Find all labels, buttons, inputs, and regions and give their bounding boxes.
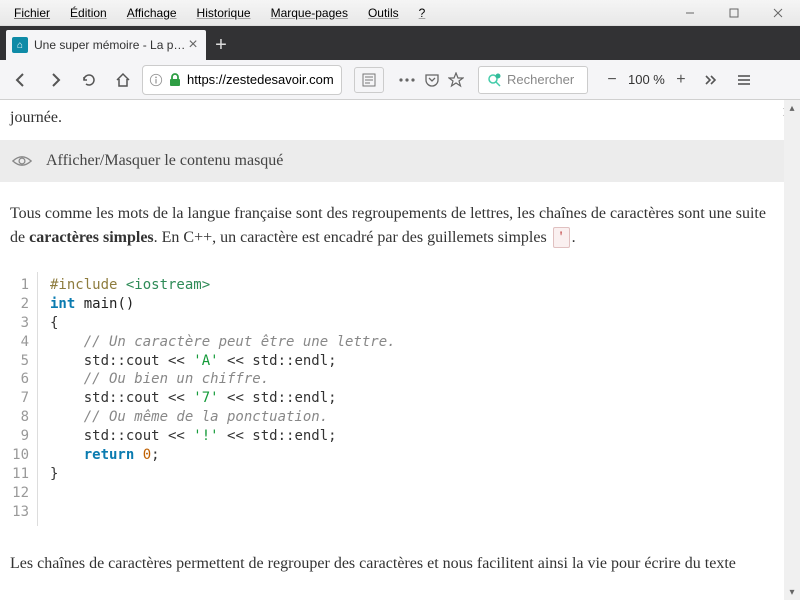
menu-view[interactable]: Affichage	[117, 2, 187, 24]
hamburger-button[interactable]	[729, 65, 759, 95]
address-bar[interactable]	[142, 65, 342, 95]
back-icon	[13, 72, 29, 88]
zoom-level: 100 %	[628, 72, 665, 87]
info-icon	[149, 73, 163, 87]
chevron-double-icon	[702, 72, 718, 88]
zoom-in-button[interactable]: +	[671, 70, 691, 90]
maximize-button[interactable]	[712, 0, 756, 26]
spoiler-toggle[interactable]: Afficher/Masquer le contenu masqué	[0, 140, 784, 182]
window-controls	[668, 0, 800, 26]
lock-icon	[169, 73, 181, 87]
bold-text: caractères simples	[29, 229, 154, 246]
hamburger-icon	[736, 72, 752, 88]
menu-history[interactable]: Historique	[187, 2, 261, 24]
vertical-scrollbar[interactable]: ▴ ▾	[784, 100, 800, 600]
paragraph-1: Tous comme les mots de la langue françai…	[10, 202, 774, 250]
inline-code-char: '	[553, 227, 570, 248]
code-block: 12345678910111213 #include <iostream> in…	[10, 272, 774, 526]
new-tab-button[interactable]: +	[206, 30, 236, 60]
page-actions	[398, 72, 464, 88]
minimize-icon	[685, 8, 695, 18]
search-box[interactable]: Rechercher	[478, 66, 588, 94]
paragraph-2: Les chaînes de caractères permettent de …	[10, 552, 774, 576]
tab-favicon: ⌂	[12, 37, 28, 53]
maximize-icon	[729, 8, 739, 18]
tab-title: Une super mémoire - La progr…	[34, 38, 186, 52]
reader-icon	[362, 73, 376, 87]
zoom-controls: − 100 % +	[602, 70, 691, 90]
tab-bar: ⌂ Une super mémoire - La progr… × +	[0, 26, 800, 60]
menu-bar: Fichier Édition Affichage Historique Mar…	[0, 0, 800, 26]
pocket-icon[interactable]	[424, 72, 440, 88]
search-placeholder: Rechercher	[507, 72, 574, 87]
reload-icon	[81, 72, 97, 88]
reader-mode-button[interactable]	[354, 67, 384, 93]
minimize-button[interactable]	[668, 0, 712, 26]
spoiler-label: Afficher/Masquer le contenu masqué	[46, 149, 283, 173]
menu-tools[interactable]: Outils	[358, 2, 409, 24]
url-input[interactable]	[187, 72, 335, 87]
scroll-down-button[interactable]: ▾	[784, 584, 800, 600]
toolbar: Rechercher − 100 % +	[0, 60, 800, 100]
close-icon	[773, 8, 783, 18]
overflow-button[interactable]	[695, 65, 725, 95]
home-button[interactable]	[108, 65, 138, 95]
eye-icon	[12, 154, 32, 168]
menu-file[interactable]: Fichier	[4, 2, 60, 24]
page-content: ▴ ▾ journée. Afficher/Masquer le contenu…	[0, 100, 800, 600]
search-engine-icon	[487, 73, 501, 87]
browser-tab[interactable]: ⌂ Une super mémoire - La progr… ×	[6, 30, 206, 60]
code-body: #include <iostream> int main() { // Un c…	[38, 272, 396, 526]
home-icon	[115, 72, 131, 88]
bookmark-star-icon[interactable]	[448, 72, 464, 88]
menu-bookmarks[interactable]: Marque-pages	[261, 2, 358, 24]
more-icon[interactable]	[398, 77, 416, 83]
code-line-numbers: 12345678910111213	[10, 272, 38, 526]
menu-edit[interactable]: Édition	[60, 2, 117, 24]
reload-button[interactable]	[74, 65, 104, 95]
menu-help[interactable]: ?	[409, 2, 436, 24]
forward-button[interactable]	[40, 65, 70, 95]
forward-icon	[47, 72, 63, 88]
back-button[interactable]	[6, 65, 36, 95]
text-fragment-top: journée.	[10, 106, 774, 130]
close-button[interactable]	[756, 0, 800, 26]
tab-close-button[interactable]: ×	[186, 38, 200, 52]
scroll-up-button[interactable]: ▴	[784, 100, 800, 116]
zoom-out-button[interactable]: −	[602, 70, 622, 90]
